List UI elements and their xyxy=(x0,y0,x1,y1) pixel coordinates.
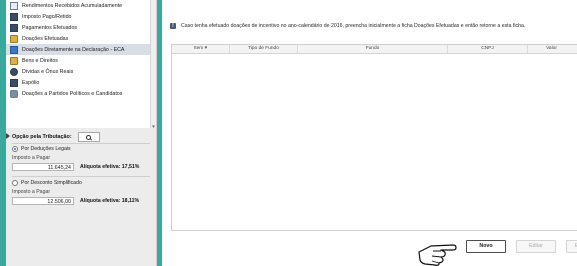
sidebar-item-imposto-pago[interactable]: Imposto Pago/Retido xyxy=(6,11,156,22)
document-icon xyxy=(10,1,18,10)
radio-desconto-simplificado[interactable]: Por Desconto Simplificado xyxy=(12,180,152,186)
main-panel: ! Caso tenha efetuado doações de incenti… xyxy=(162,0,577,266)
sidebar-scrollbar[interactable]: ▾ xyxy=(150,0,156,132)
pointer-triangle-icon xyxy=(6,133,10,139)
imposto-value-field: 12.506,00 xyxy=(12,197,74,205)
info-message: ! Caso tenha efetuado doações de incenti… xyxy=(170,19,566,33)
column-header-tipo-fundo[interactable]: Tipo de Fundo xyxy=(230,45,298,53)
sidebar-item-pagamentos-efetuados[interactable]: Pagamentos Efetuados xyxy=(6,22,156,33)
info-icon: ! xyxy=(170,23,176,29)
column-header-fundo[interactable]: Fundo xyxy=(298,45,448,53)
donation-icon xyxy=(10,34,18,43)
edit-button[interactable]: Editar xyxy=(516,240,556,253)
sidebar-item-espolio[interactable]: Espólio xyxy=(6,77,156,88)
action-buttons: Novo Editar Exclui xyxy=(466,240,577,253)
sidebar-item-label: Pagamentos Efetuados xyxy=(22,24,78,31)
tributacao-header: Opção pela Tributação: xyxy=(12,132,100,142)
column-label: Item xyxy=(193,46,204,51)
radio-deducoes-legais[interactable]: Por Deduções Legais xyxy=(12,146,152,152)
tributacao-panel: Opção pela Tributação: Por Deduções Lega… xyxy=(6,128,157,266)
column-header-valor[interactable]: Valor xyxy=(528,45,575,53)
donations-table[interactable]: Item ▾ Tipo de Fundo Fundo CNPJ Valor xyxy=(171,44,577,231)
sidebar-item-dividas-onus[interactable]: Dívidas e Ônus Reais xyxy=(6,66,156,77)
sidebar-item-label: Doações a Partidos Políticos e Candidato… xyxy=(22,90,123,97)
sidebar-item-doacoes-efetuadas[interactable]: Doações Efetuadas xyxy=(6,33,156,44)
divider xyxy=(12,143,150,144)
imposto-value-field: 11.645,24 xyxy=(12,163,74,171)
assets-icon xyxy=(10,56,18,65)
sidebar-item-doacoes-partidos[interactable]: Doações a Partidos Políticos e Candidato… xyxy=(6,88,156,99)
pointing-hand-cursor-icon xyxy=(418,244,457,266)
column-header-cnpj[interactable]: CNPJ xyxy=(448,45,528,53)
sidebar-item-bens-direitos[interactable]: Bens e Direitos xyxy=(6,55,156,66)
sidebar-item-label: Imposto Pago/Retido xyxy=(22,13,72,20)
radio-unselected-icon xyxy=(12,180,18,186)
payment-icon xyxy=(10,23,18,32)
radio-label: Por Deduções Legais xyxy=(21,146,71,152)
radio-label: Por Desconto Simplificado xyxy=(21,180,82,186)
estate-icon xyxy=(10,78,18,87)
imposto-label: Imposto a Pagar xyxy=(12,189,51,195)
debt-icon xyxy=(10,67,18,76)
radio-selected-icon xyxy=(12,146,18,152)
sidebar-list: Rendimentos Recebidos Acumuladamente Imp… xyxy=(6,0,156,99)
column-header-item[interactable]: Item ▾ xyxy=(172,45,230,53)
eca-icon xyxy=(10,45,18,54)
option-deducoes-legais: Por Deduções Legais Imposto a Pagar 11.6… xyxy=(12,146,152,171)
tax-icon xyxy=(10,12,18,21)
aliquota-text: Alíquota efetiva: 18,11% xyxy=(80,198,140,204)
app-window: Rendimentos Recebidos Acumuladamente Imp… xyxy=(0,0,577,266)
sidebar-item-label: Bens e Direitos xyxy=(22,57,58,64)
option-desconto-simplificado: Por Desconto Simplificado Imposto a Paga… xyxy=(12,180,152,205)
table-header: Item ▾ Tipo de Fundo Fundo CNPJ Valor xyxy=(172,45,577,54)
divider xyxy=(12,176,150,177)
sidebar-item-rendimentos-acumuladamente[interactable]: Rendimentos Recebidos Acumuladamente xyxy=(6,0,156,11)
aliquota-text: Alíquota efetiva: 17,51% xyxy=(80,164,140,170)
delete-button[interactable]: Exclui xyxy=(566,240,577,253)
sidebar-item-label: Dívidas e Ônus Reais xyxy=(22,68,74,75)
sidebar-navigation: Rendimentos Recebidos Acumuladamente Imp… xyxy=(6,0,157,132)
sidebar-item-label: Doações Efetuadas xyxy=(22,35,69,42)
sidebar-item-label: Doações Diretamente na Declaração - ECA xyxy=(22,46,125,53)
search-icon xyxy=(86,134,92,140)
info-text: Caso tenha efetuado doações de incentivo… xyxy=(181,23,526,29)
imposto-label: Imposto a Pagar xyxy=(12,155,51,161)
tributacao-label: Opção pela Tributação: xyxy=(12,134,72,140)
tributacao-search-button[interactable] xyxy=(77,132,100,142)
new-button[interactable]: Novo xyxy=(466,240,506,253)
sidebar-item-doacoes-eca[interactable]: Doações Diretamente na Declaração - ECA xyxy=(6,44,156,55)
people-icon xyxy=(10,89,18,98)
sidebar-item-label: Espólio xyxy=(22,79,40,86)
sidebar-item-label: Rendimentos Recebidos Acumuladamente xyxy=(22,2,123,9)
